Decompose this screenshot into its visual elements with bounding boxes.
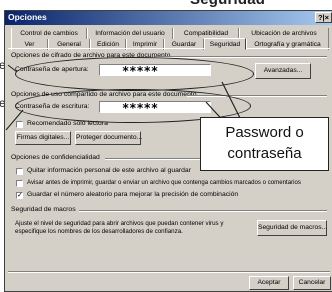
callout-line: contraseña: [227, 145, 302, 162]
callout-line: Password o: [225, 124, 304, 141]
tab-seguridad[interactable]: Seguridad: [204, 38, 246, 50]
password-callout: Password o contraseña: [200, 117, 329, 171]
